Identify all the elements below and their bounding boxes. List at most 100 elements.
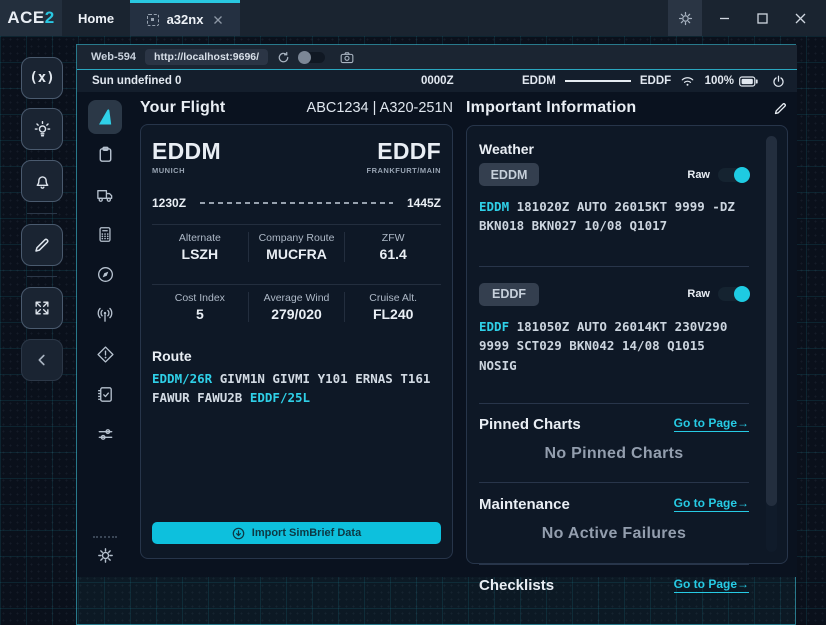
- pencil-icon: [33, 236, 51, 254]
- download-icon: [232, 527, 245, 540]
- pinned-charts-go-to-page-link[interactable]: Go to Page→: [674, 416, 749, 432]
- lighting-button[interactable]: [21, 108, 63, 150]
- import-simbrief-label: Import SimBrief Data: [252, 527, 361, 539]
- sim-status-text: Sun undefined 0: [92, 75, 181, 87]
- collapse-toolbar-button[interactable]: [21, 339, 63, 381]
- sidebar-item-performance-calculator[interactable]: [86, 214, 124, 254]
- window-handle-label[interactable]: Web-594: [91, 51, 136, 63]
- stat-company-route: Company Route MUCFRA: [248, 232, 345, 262]
- browser-bar: Web-594 http://localhost:9696/: [77, 45, 797, 69]
- tab-a32nx[interactable]: a32nx: [130, 0, 240, 36]
- important-information-card: Weather EDDM Raw EDDM 181020Z AUTO 26015…: [466, 125, 788, 564]
- edit-mode-button[interactable]: [21, 224, 63, 266]
- edit-pencil-icon[interactable]: [773, 101, 788, 116]
- route-arrival: EDDF/25L: [250, 390, 310, 405]
- import-simbrief-button[interactable]: Import SimBrief Data: [152, 522, 441, 544]
- divider: [479, 403, 749, 404]
- origin-code: EDDM: [152, 140, 221, 163]
- efb-sidebar: [77, 92, 133, 577]
- sidebar-item-navigation[interactable]: [86, 254, 124, 294]
- notifications-button[interactable]: [21, 160, 63, 202]
- grid-canvas[interactable]: Web-594 http://localhost:9696/ Sun undef…: [0, 36, 826, 625]
- raw-toggle-eddf[interactable]: [718, 287, 749, 301]
- your-flight-title: Your Flight: [140, 99, 225, 117]
- scrollbar-thumb[interactable]: [766, 136, 777, 506]
- station-button-eddf[interactable]: EDDF: [479, 283, 539, 306]
- statusbar-flight-pair: EDDM EDDF: [522, 75, 671, 87]
- flight-number-text: ABC1234 | A320-251N: [307, 100, 453, 116]
- select-region-icon: [147, 14, 159, 26]
- tab-a32nx-label: a32nx: [167, 12, 204, 27]
- stat-cruise-alt: Cruise Alt. FL240: [344, 292, 441, 322]
- route-departure: EDDM/26R: [152, 371, 212, 386]
- screenshot-camera-icon[interactable]: [340, 51, 354, 64]
- lightbulb-icon: [33, 120, 52, 139]
- fullscreen-button[interactable]: [21, 287, 63, 329]
- maximize-button[interactable]: [750, 6, 774, 30]
- tab-home-label: Home: [78, 11, 114, 26]
- sidebar-item-ground-services[interactable]: [86, 174, 124, 214]
- editor-toolbar: (x): [21, 57, 63, 381]
- divider: [479, 266, 749, 267]
- sidebar-divider: [93, 536, 117, 538]
- sidebar-item-presets[interactable]: [86, 414, 124, 454]
- scrollbar-track[interactable]: [766, 136, 777, 552]
- battery-icon: [739, 76, 758, 87]
- devtools-toggle-knob: [298, 51, 311, 64]
- settings-gear-button[interactable]: [668, 0, 702, 36]
- timeline-dashed-line: [200, 202, 393, 204]
- minimize-button[interactable]: [712, 6, 736, 30]
- raw-toggle-eddm[interactable]: [718, 168, 749, 182]
- divider: [479, 482, 749, 483]
- destination-airport: EDDF FRANKFURT/MAIN: [367, 140, 442, 175]
- chevron-left-icon: [34, 352, 50, 368]
- app-logo: ACE2: [0, 0, 62, 36]
- arrival-time: 1445Z: [407, 196, 441, 210]
- clock-text: 0000Z: [421, 75, 454, 87]
- weather-heading: Weather: [479, 141, 749, 157]
- no-active-failures-text: No Active Failures: [479, 525, 749, 543]
- route-label: Route: [152, 348, 441, 364]
- devtools-toggle[interactable]: [299, 52, 325, 63]
- sidebar-item-settings[interactable]: [96, 546, 115, 565]
- wifi-icon: [680, 75, 695, 87]
- refresh-icon[interactable]: [277, 51, 290, 64]
- expression-editor-button[interactable]: (x): [21, 57, 63, 99]
- efb-statusbar: Sun undefined 0 0000Z EDDM EDDF 100: [77, 70, 797, 92]
- stat-average-wind: Average Wind 279/020: [248, 292, 345, 322]
- sidebar-item-failures[interactable]: [86, 334, 124, 374]
- origin-airport: EDDM MUNICH: [152, 140, 221, 175]
- sidebar-item-radio[interactable]: [86, 294, 124, 334]
- stat-alternate: Alternate LSZH: [152, 232, 248, 262]
- stat-cost-index: Cost Index 5: [152, 292, 248, 322]
- tab-home[interactable]: Home: [62, 0, 130, 36]
- power-icon[interactable]: [772, 75, 785, 88]
- instrument-selection-region[interactable]: Web-594 http://localhost:9696/ Sun undef…: [76, 44, 796, 625]
- flight-stats-row-2: Cost Index 5 Average Wind 279/020 Cruise…: [152, 284, 441, 330]
- efb-screen: Sun undefined 0 0000Z EDDM EDDF 100: [77, 69, 797, 577]
- flight-timeline: 1230Z 1445Z: [152, 196, 441, 210]
- maintenance-go-to-page-link[interactable]: Go to Page→: [674, 496, 749, 512]
- important-information-title: Important Information: [466, 99, 636, 117]
- pinned-charts-heading: Pinned Charts: [479, 416, 581, 433]
- checklists-go-to-page-link[interactable]: Go to Page→: [674, 577, 749, 593]
- sidebar-item-checklists[interactable]: [86, 374, 124, 414]
- tab-close-icon[interactable]: [213, 15, 223, 25]
- raw-label: Raw: [687, 169, 710, 181]
- station-button-eddm[interactable]: EDDM: [479, 163, 539, 186]
- sidebar-item-dashboard[interactable]: [88, 100, 122, 134]
- battery-percent-text: 100%: [705, 75, 734, 87]
- flight-progress-line: [565, 80, 631, 82]
- destination-code: EDDF: [367, 140, 442, 163]
- url-input[interactable]: http://localhost:9696/: [145, 49, 268, 65]
- window-controls: [702, 0, 826, 36]
- toolbar-divider: [27, 213, 57, 214]
- close-button[interactable]: [788, 6, 812, 30]
- titlebar-spacer: [240, 0, 668, 36]
- flight-card: EDDM MUNICH EDDF FRANKFURT/MAIN 1230Z: [140, 124, 453, 559]
- sidebar-item-flight-plan[interactable]: [86, 134, 124, 174]
- no-pinned-charts-text: No Pinned Charts: [479, 445, 749, 463]
- app-logo-text: ACE: [7, 8, 44, 28]
- app-logo-accent: 2: [45, 8, 55, 28]
- webview-window: Web-594 http://localhost:9696/ Sun undef…: [77, 45, 797, 577]
